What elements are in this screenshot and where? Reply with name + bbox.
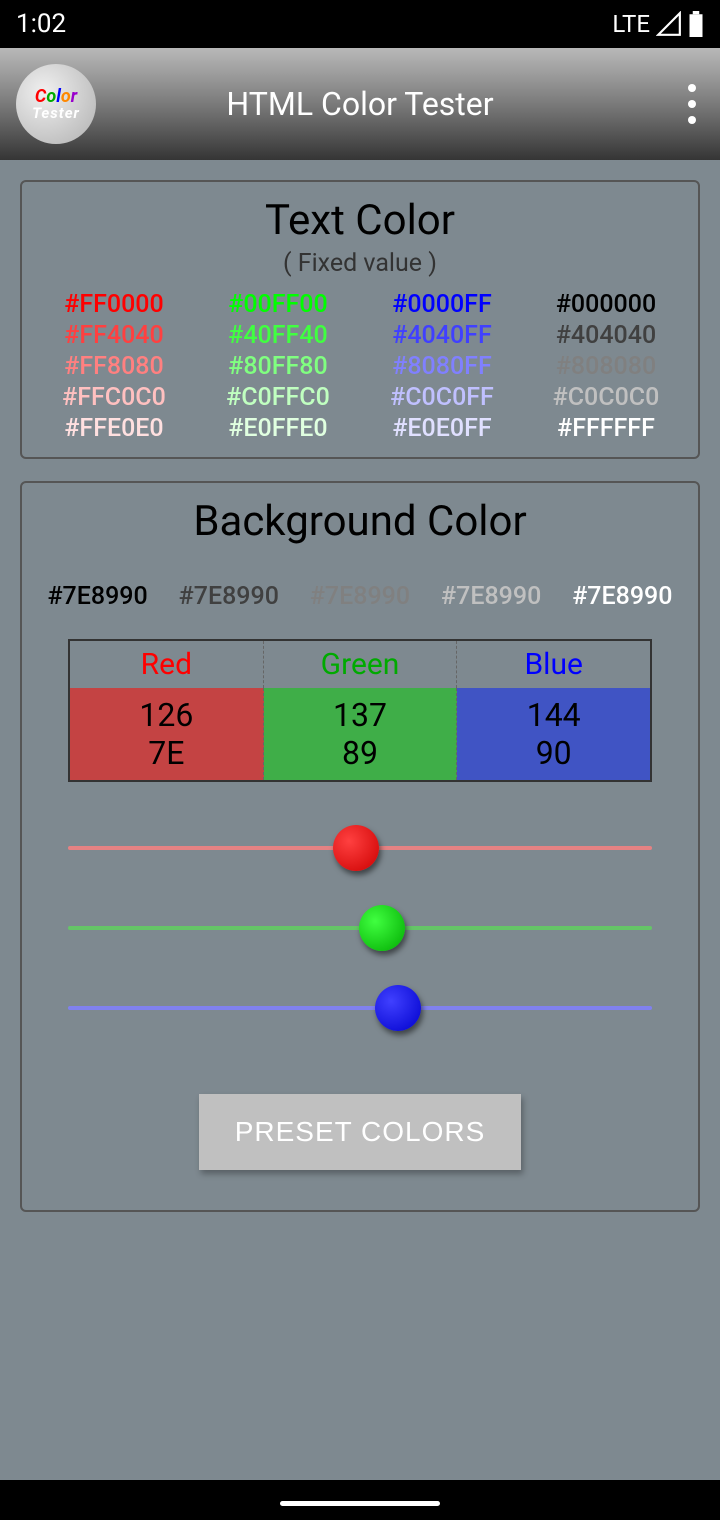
color-swatch: #FFE0E0 <box>32 414 196 443</box>
swatch-row: #FFC0C0#C0FFC0#C0C0FF#C0C0C0 <box>32 383 688 412</box>
status-indicators: LTE <box>612 10 704 38</box>
blue-hex: 90 <box>457 734 650 772</box>
status-bar: 1:02 LTE <box>0 0 720 48</box>
color-swatch: #000000 <box>524 290 688 319</box>
color-swatch: #C0C0FF <box>360 383 524 412</box>
navigation-bar <box>0 1480 720 1520</box>
rgb-header-red: Red <box>70 641 264 688</box>
swatch-row: #FF4040#40FF40#4040FF#404040 <box>32 321 688 350</box>
text-color-panel: Text Color ( Fixed value ) #FF0000#00FF0… <box>20 180 700 459</box>
blue-slider-thumb[interactable] <box>375 985 421 1031</box>
green-decimal: 137 <box>264 696 457 734</box>
blue-slider-track <box>68 1006 652 1010</box>
color-swatch: #FFC0C0 <box>32 383 196 412</box>
red-slider[interactable] <box>68 822 652 874</box>
swatch-row: #FFE0E0#E0FFE0#E0E0FF#FFFFFF <box>32 414 688 443</box>
color-swatch: #4040FF <box>360 321 524 350</box>
app-bar: Color Tester HTML Color Tester <box>0 48 720 160</box>
text-color-subtitle: ( Fixed value ) <box>32 249 688 278</box>
green-slider[interactable] <box>68 902 652 954</box>
app-title: HTML Color Tester <box>0 85 720 123</box>
color-swatch: #00FF00 <box>196 290 360 319</box>
color-swatch: #0000FF <box>360 290 524 319</box>
color-swatch: #40FF40 <box>196 321 360 350</box>
red-slider-thumb[interactable] <box>333 825 379 871</box>
background-color-panel: Background Color #7E8990#7E8990#7E8990#7… <box>20 481 700 1212</box>
content-area: Text Color ( Fixed value ) #FF0000#00FF0… <box>0 160 720 1480</box>
nav-handle[interactable] <box>280 1501 440 1506</box>
color-swatch: #80FF80 <box>196 352 360 381</box>
rgb-header: Red Green Blue <box>70 641 650 688</box>
rgb-cell-blue: 144 90 <box>457 688 650 780</box>
status-time: 1:02 <box>16 9 66 39</box>
swatch-row: #FF0000#00FF00#0000FF#000000 <box>32 290 688 319</box>
rgb-values: 126 7E 137 89 144 90 <box>70 688 650 780</box>
red-hex: 7E <box>70 734 263 772</box>
text-color-title: Text Color <box>32 196 688 245</box>
text-color-grid: #FF0000#00FF00#0000FF#000000#FF4040#40FF… <box>32 290 688 443</box>
blue-decimal: 144 <box>457 696 650 734</box>
color-swatch: #C0FFC0 <box>196 383 360 412</box>
green-hex: 89 <box>264 734 457 772</box>
red-decimal: 126 <box>70 696 263 734</box>
rgb-header-green: Green <box>264 641 458 688</box>
battery-icon <box>688 11 704 37</box>
bg-hex-sample: #7E8990 <box>441 582 541 611</box>
preset-colors-button[interactable]: PRESET COLORS <box>199 1094 522 1170</box>
bg-hex-sample: #7E8990 <box>572 582 672 611</box>
bg-hex-sample: #7E8990 <box>310 582 410 611</box>
color-swatch: #FF0000 <box>32 290 196 319</box>
background-hex-samples: #7E8990 #7E8990 #7E8990 #7E8990 #7E8990 <box>32 582 688 611</box>
rgb-cell-red: 126 7E <box>70 688 264 780</box>
color-swatch: #FFFFFF <box>524 414 688 443</box>
color-swatch: #404040 <box>524 321 688 350</box>
signal-icon <box>656 11 682 37</box>
swatch-row: #FF8080#80FF80#8080FF#808080 <box>32 352 688 381</box>
color-swatch: #FF8080 <box>32 352 196 381</box>
overflow-menu-icon[interactable] <box>688 84 696 124</box>
bg-hex-sample: #7E8990 <box>47 582 147 611</box>
color-swatch: #8080FF <box>360 352 524 381</box>
color-swatch: #808080 <box>524 352 688 381</box>
app-logo: Color Tester <box>16 64 96 144</box>
color-swatch: #C0C0C0 <box>524 383 688 412</box>
color-swatch: #FF4040 <box>32 321 196 350</box>
bg-hex-sample: #7E8990 <box>179 582 279 611</box>
rgb-cell-green: 137 89 <box>264 688 458 780</box>
background-color-title: Background Color <box>32 497 688 546</box>
color-swatch: #E0FFE0 <box>196 414 360 443</box>
color-swatch: #E0E0FF <box>360 414 524 443</box>
rgb-header-blue: Blue <box>457 641 650 688</box>
sliders <box>68 822 652 1034</box>
green-slider-thumb[interactable] <box>359 905 405 951</box>
network-label: LTE <box>612 10 650 38</box>
rgb-table: Red Green Blue 126 7E 137 89 144 90 <box>68 639 652 782</box>
blue-slider[interactable] <box>68 982 652 1034</box>
